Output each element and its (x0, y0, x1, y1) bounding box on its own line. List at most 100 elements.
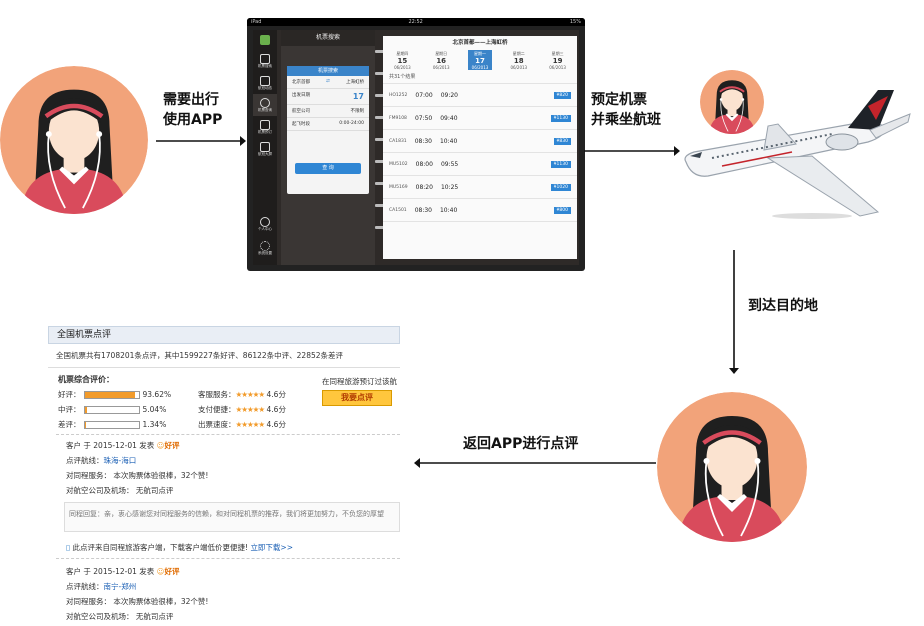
date-week: 星期三 (551, 51, 564, 56)
rating-label: 中评： (58, 405, 81, 414)
flight-dep: 08:00 (415, 160, 433, 168)
sidebar-item-1[interactable]: 航班动态 (253, 72, 277, 94)
date-tab[interactable]: 星期三 19 06/2013 (545, 50, 570, 70)
review-route[interactable]: 南宁-郑州 (104, 582, 137, 591)
from-city[interactable]: 北京首都 (292, 79, 310, 85)
label-book-ticket: 预定机票 并乘坐航班 (591, 92, 661, 128)
gear-icon (260, 240, 270, 251)
swap-icon[interactable]: ⇄ (326, 79, 330, 85)
flight-row[interactable]: CA1831 08:30 10:40 ¥830 (383, 130, 577, 153)
date-week: 星期二 (512, 51, 525, 56)
flight-row[interactable]: MU5169 08:20 10:25 ¥1020 (383, 176, 577, 199)
date-tab[interactable]: 星期日 16 06/2013 (429, 50, 454, 70)
airline-row[interactable]: 航空公司 不限制 (287, 105, 369, 118)
rating-row: 差评： 1.34% (58, 417, 198, 432)
date-day: 18 (513, 57, 524, 65)
tablet-status-bar: iPad 22:52 15% (247, 18, 585, 26)
flight-price[interactable]: ¥1130 (550, 114, 571, 122)
flight-price[interactable]: ¥820 (553, 91, 571, 99)
score-label: 支付便捷： (198, 405, 236, 414)
date-week: 星期四 (396, 51, 409, 56)
review-panel: 全国机票点评 全国机票共有1708201条点评，其中1599227条好评、861… (48, 326, 400, 626)
flight-arr: 10:25 (440, 183, 459, 191)
app-note-row: ▯ 此点评来自同程旅游客户端，下载客户端低价更便捷! 立即下载>> (66, 540, 293, 555)
airline-value[interactable]: 不限制 (351, 108, 365, 114)
arrow-to-flight (584, 146, 680, 156)
route-label: 点评航线： (66, 582, 104, 591)
flight-price[interactable]: ¥800 (553, 206, 571, 214)
calendar-icon (260, 53, 270, 64)
time-row[interactable]: 起飞时段 0:00-24:00 (287, 118, 369, 131)
review-date: 2015-12-01 发表 (93, 567, 155, 576)
city-row[interactable]: 北京首都 ⇄ 上海虹桥 (287, 76, 369, 89)
flight-row[interactable]: MU5102 08:00 09:55 ¥1130 (383, 153, 577, 176)
search-panel: 机票搜索 机票搜索 北京首都 ⇄ 上海虹桥 出发日期 17 航空公司 不限制 起… (281, 30, 375, 265)
review-tag: 好评 (164, 441, 180, 450)
rating-pct: 5.04% (142, 405, 167, 414)
flight-arr: 09:20 (440, 91, 458, 99)
user-icon (260, 216, 270, 227)
star-rating-icon: ★★★★★ (235, 420, 266, 429)
rating-label: 差评： (58, 420, 81, 429)
status-device: iPad (251, 19, 262, 25)
to-city[interactable]: 上海虹桥 (346, 79, 364, 85)
date-sub: 06/2013 (432, 65, 450, 70)
flight-code: FM9108 (389, 115, 407, 121)
sidebar-item-5[interactable]: 个人中心 (253, 213, 277, 235)
date-row[interactable]: 出发日期 17 (287, 89, 369, 105)
date-tab[interactable]: 星期一 17 06/2013 (467, 50, 493, 70)
score-label: 出票速度： (198, 420, 236, 429)
search-button[interactable]: 查 询 (295, 163, 361, 174)
rating-bars: 好评： 93.62% 中评： 5.04% 差评： 1.34% (58, 387, 198, 432)
review-user: 客户 于 (66, 441, 91, 450)
date-day: 17 (475, 57, 485, 65)
flight-price[interactable]: ¥830 (553, 137, 571, 145)
flight-arr: 09:40 (440, 114, 458, 122)
label-arrive: 到达目的地 (748, 298, 818, 314)
flight-dep: 08:20 (415, 183, 433, 191)
flight-dep: 08:30 (414, 137, 432, 145)
arrow-to-destination (729, 250, 739, 374)
flight-dep: 07:50 (414, 114, 433, 122)
app-note: 此点评来自同程旅游客户端，下载客户端低价更便捷! (72, 543, 249, 552)
review-route[interactable]: 珠海-海口 (104, 456, 137, 465)
flight-row[interactable]: FM9108 07:50 09:40 ¥1130 (383, 107, 577, 130)
sidebar-item-0[interactable]: 机票搜索 (253, 50, 277, 72)
time-label: 起飞时段 (292, 122, 310, 127)
date-day: 15 (397, 57, 408, 65)
time-value[interactable]: 0:00-24:00 (339, 121, 364, 127)
airline-label: 航空公司 (292, 109, 310, 114)
flight-arr: 09:55 (440, 160, 459, 168)
date-tab[interactable]: 星期四 15 06/2013 (390, 50, 415, 70)
rating-bar (83, 406, 140, 414)
sidebar-item-4[interactable]: 航班大屏 (253, 138, 277, 160)
flight-row[interactable]: CA1501 08:30 10:40 ¥800 (383, 199, 577, 222)
date-value[interactable]: 17 (353, 92, 364, 101)
flight-code: CA1501 (389, 207, 407, 213)
star-rating-icon: ★★★★★ (235, 405, 266, 414)
date-tab[interactable]: 星期二 18 06/2013 (506, 50, 531, 70)
search-form-card: 机票搜索 北京首都 ⇄ 上海虹桥 出发日期 17 航空公司 不限制 起飞时段 0… (287, 66, 369, 194)
date-label: 出发日期 (292, 93, 310, 98)
download-link[interactable]: 立即下载>> (250, 543, 293, 552)
flight-dep: 08:30 (414, 206, 432, 214)
flight-price[interactable]: ¥1020 (550, 183, 571, 191)
rating-label: 好评： (58, 390, 81, 399)
phone-icon: ▯ (66, 543, 71, 552)
status-time: 22:52 (408, 19, 423, 25)
flight-row[interactable]: HO1252 07:00 09:20 ¥820 (383, 84, 577, 107)
sidebar-item-3[interactable]: 机票预订 (253, 116, 277, 138)
arrow-to-app (156, 136, 246, 146)
route-label: 点评航线： (66, 456, 104, 465)
date-sub: 06/2013 (394, 65, 411, 70)
date-day: 16 (436, 57, 447, 65)
sidebar-label: 机票预订 (258, 129, 272, 134)
results-panel: 北京首都——上海虹桥 星期四 15 06/2013 星期日 16 06/2013 星期一 17… (383, 36, 577, 259)
sidebar-item-6[interactable]: 系统设置 (253, 237, 277, 259)
rating-bar (83, 421, 140, 429)
write-review-button[interactable]: 我要点评 (322, 390, 392, 406)
rating-bar (83, 391, 140, 399)
date-sub: 06/2013 (510, 65, 528, 70)
flight-price[interactable]: ¥1130 (550, 160, 571, 168)
sidebar-item-2[interactable]: 机票查询 (253, 94, 277, 116)
